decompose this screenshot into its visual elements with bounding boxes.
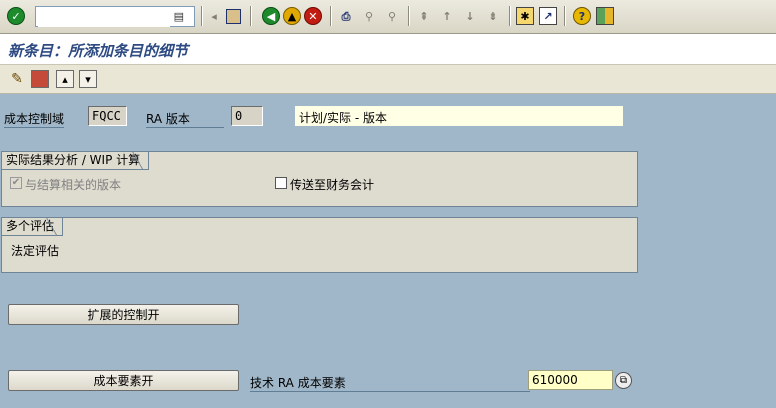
ra-version-field: 0: [231, 106, 263, 126]
new-session-icon[interactable]: ✱: [516, 7, 534, 25]
display-change-icon[interactable]: ✎: [8, 70, 26, 88]
history-icon[interactable]: ▤: [174, 10, 184, 23]
title-bar: 新条目：所添加条目的细节: [0, 34, 776, 65]
save-entry-icon[interactable]: [31, 70, 49, 88]
command-field[interactable]: [38, 8, 170, 27]
cancel-icon[interactable]: ✕: [304, 7, 322, 25]
help-icon[interactable]: ?: [573, 7, 591, 25]
application-toolbar: ✎ ▴ ▾: [0, 65, 776, 94]
settlement-version-label: 与结算相关的版本: [25, 178, 122, 192]
settlement-version-checkbox[interactable]: ✔: [10, 177, 22, 189]
next-page-icon[interactable]: ↓: [461, 7, 479, 25]
legal-valuation-label: 法定评估: [11, 244, 60, 258]
version-description: 计划/实际 - 版本: [295, 106, 623, 126]
back-icon[interactable]: ◀: [262, 7, 280, 25]
tech-ra-cost-element-label: 技术 RA 成本要素: [250, 374, 530, 392]
extended-control-button[interactable]: 扩展的控制开: [8, 304, 239, 325]
results-analysis-group: 实际结果分析 / WIP 计算 ✔ 与结算相关的版本 传送至财务会计: [1, 151, 638, 207]
tech-ra-cost-element-field[interactable]: 610000: [528, 370, 613, 390]
layout-icon[interactable]: [596, 7, 614, 25]
exit-icon[interactable]: ▲: [283, 7, 301, 25]
previous-entry-icon[interactable]: ▴: [56, 70, 74, 88]
transfer-fi-checkbox[interactable]: [275, 177, 287, 189]
multiple-valuation-group-title: 多个评估: [2, 218, 64, 236]
ra-version-label: RA 版本: [146, 110, 224, 128]
command-field-box[interactable]: ▤: [35, 6, 195, 27]
first-page-icon[interactable]: ⇞: [415, 7, 433, 25]
print-icon[interactable]: ⎙: [337, 7, 355, 25]
page-title: 新条目：所添加条目的细节: [8, 42, 189, 60]
enter-icon[interactable]: ✓: [7, 7, 25, 25]
find-next-icon[interactable]: ⚲: [383, 7, 401, 25]
transfer-fi-label: 传送至财务会计: [290, 178, 375, 192]
multiple-valuation-group: 多个评估 法定评估: [1, 217, 638, 273]
cost-control-label: 成本控制域: [4, 112, 65, 128]
next-entry-icon[interactable]: ▾: [79, 70, 97, 88]
shortcut-icon[interactable]: ↗: [539, 7, 557, 25]
cost-control-field: FQCC: [88, 106, 127, 126]
cost-elements-button[interactable]: 成本要素开: [8, 370, 239, 391]
results-analysis-group-title: 实际结果分析 / WIP 计算: [2, 152, 150, 170]
last-page-icon[interactable]: ⇟: [484, 7, 502, 25]
previous-page-icon[interactable]: ↑: [438, 7, 456, 25]
find-icon[interactable]: ⚲: [360, 7, 378, 25]
back-arrow-icon[interactable]: ◂: [205, 7, 223, 25]
standard-toolbar: ✓ ▤ ◂ ◀ ▲ ✕ ⎙ ⚲ ⚲ ⇞ ↑ ↓ ⇟ ✱ ↗ ?: [0, 0, 776, 34]
save-icon[interactable]: [226, 9, 241, 24]
value-help-icon[interactable]: ⧉: [615, 372, 632, 389]
